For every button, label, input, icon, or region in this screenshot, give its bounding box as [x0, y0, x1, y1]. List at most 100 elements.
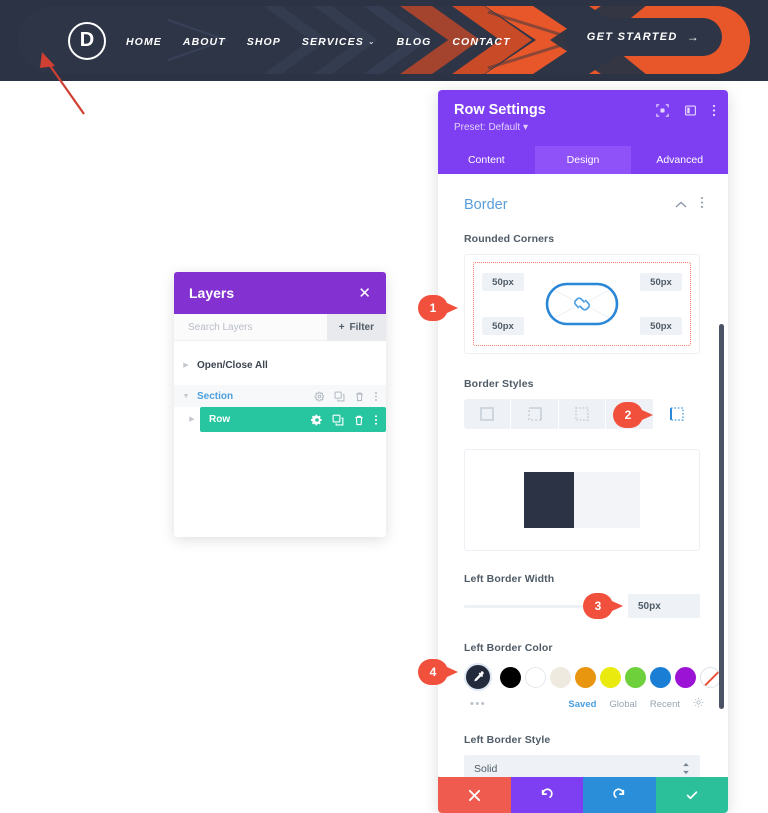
search-input[interactable]: Search Layers — [188, 322, 252, 333]
collapse-icon[interactable] — [675, 196, 687, 214]
border-section-header: Border — [464, 196, 704, 214]
layer-label: Section — [197, 390, 234, 402]
rounded-corners-control: 50px 50px 50px 50px — [464, 254, 700, 354]
link-icon — [574, 297, 590, 311]
duplicate-icon[interactable] — [332, 414, 344, 426]
nav-item-about[interactable]: ABOUT — [183, 36, 226, 48]
left-border-width-label: Left Border Width — [464, 573, 555, 585]
more-options-icon[interactable] — [374, 414, 378, 426]
color-swatch-green[interactable] — [625, 666, 646, 688]
border-style-option-dotted-all[interactable] — [558, 399, 607, 429]
responsive-view-icon[interactable] — [656, 104, 669, 117]
redo-button[interactable] — [583, 777, 656, 813]
trash-icon[interactable] — [354, 391, 365, 402]
more-options-icon[interactable] — [712, 104, 716, 117]
left-border-color-label: Left Border Color — [464, 642, 553, 654]
layer-row-actions — [311, 414, 386, 426]
corner-top-left-input[interactable]: 50px — [482, 273, 524, 291]
color-swatch-row — [464, 663, 721, 691]
color-swatch-cream[interactable] — [550, 666, 571, 688]
stepper-icon — [682, 762, 690, 777]
layers-search-row: Search Layers + Filter — [174, 314, 386, 341]
tab-design[interactable]: Design — [534, 146, 632, 174]
corner-bottom-left-input[interactable]: 50px — [482, 317, 524, 335]
layers-tree: ▶ Open/Close All ▼ Section ▶ Row — [174, 341, 386, 432]
color-swatch-white[interactable] — [525, 666, 546, 688]
border-styles-control — [464, 399, 700, 429]
nav-item-services[interactable]: SERVICES ⌄ — [302, 36, 376, 48]
color-swatch-orange[interactable] — [575, 666, 596, 688]
settings-footer — [438, 777, 728, 813]
trash-icon[interactable] — [353, 414, 365, 426]
color-meta-row: ••• Saved Global Recent — [464, 696, 704, 712]
panel-scrollbar[interactable] — [719, 324, 724, 709]
border-style-option-dashed-partial[interactable] — [511, 399, 559, 429]
color-tab-saved[interactable]: Saved — [568, 699, 596, 710]
layer-label: Open/Close All — [197, 359, 268, 371]
gear-icon[interactable] — [311, 414, 323, 426]
row-settings-header: Row Settings Preset: Default ▾ — [438, 90, 728, 146]
undo-button[interactable] — [510, 777, 583, 813]
close-icon[interactable]: ✕ — [358, 286, 371, 301]
callout-2: 2 — [613, 402, 659, 428]
border-style-option-dotted-left[interactable] — [653, 399, 700, 429]
color-swatch-yellow[interactable] — [600, 666, 621, 688]
chevron-down-icon: ▼ — [182, 392, 190, 400]
cancel-button[interactable] — [438, 777, 511, 813]
layer-item-row-wrapper: ▶ Row — [174, 407, 386, 432]
settings-tabs: Content Design Advanced — [438, 146, 728, 174]
row-settings-panel: Row Settings Preset: Default ▾ Content D… — [438, 90, 728, 813]
layers-panel: Layers ✕ Search Layers + Filter ▶ Open/C… — [174, 272, 386, 537]
nav-item-contact[interactable]: CONTACT — [452, 36, 510, 48]
callout-3: 3 — [583, 593, 629, 619]
layer-item-row[interactable]: Row — [200, 407, 386, 432]
preset-selector[interactable]: Preset: Default ▾ — [454, 122, 712, 133]
callout-1: 1 — [418, 295, 464, 321]
cta-label: GET STARTED — [586, 31, 678, 43]
duplicate-icon[interactable] — [334, 391, 345, 402]
color-swatch-purple[interactable] — [675, 666, 696, 688]
tab-advanced[interactable]: Advanced — [631, 146, 728, 174]
panel-layout-icon[interactable] — [684, 104, 697, 117]
color-swatch-blue[interactable] — [650, 666, 671, 688]
layers-panel-title: Layers — [189, 285, 235, 301]
border-preview — [464, 449, 700, 551]
nav-item-blog[interactable]: BLOG — [397, 36, 432, 48]
more-options-icon[interactable] — [374, 391, 378, 402]
more-colors-icon[interactable]: ••• — [470, 698, 486, 710]
rounded-corners-label: Rounded Corners — [464, 233, 555, 245]
color-swatch-black[interactable] — [500, 666, 521, 688]
filter-label: Filter — [349, 322, 374, 333]
preview-left-border — [524, 472, 574, 528]
width-value-input[interactable]: 50px — [628, 594, 700, 618]
annotation-arrow-to-logo — [40, 52, 85, 115]
corner-link-toggle[interactable] — [545, 282, 619, 326]
section-title: Border — [464, 197, 508, 213]
gear-icon[interactable] — [693, 695, 704, 713]
color-tab-global[interactable]: Global — [609, 699, 636, 710]
layer-open-close-all[interactable]: ▶ Open/Close All — [174, 354, 386, 376]
chevron-right-icon: ▶ — [189, 416, 195, 423]
tab-content[interactable]: Content — [438, 146, 535, 174]
chevron-right-icon: ▶ — [183, 362, 189, 369]
arrow-right-icon: → — [686, 30, 700, 44]
main-nav: HOME ABOUT SHOP SERVICES ⌄ BLOG CONTACT — [126, 36, 511, 48]
preview-content-area — [574, 472, 640, 528]
nav-item-home[interactable]: HOME — [126, 36, 162, 48]
color-tab-recent[interactable]: Recent — [650, 699, 680, 710]
border-style-option-none-solid[interactable] — [464, 399, 512, 429]
nav-item-shop[interactable]: SHOP — [247, 36, 281, 48]
eyedropper-icon[interactable] — [464, 663, 492, 691]
left-border-style-select[interactable]: Solid — [464, 755, 700, 777]
save-button[interactable] — [655, 777, 728, 813]
corner-bottom-right-input[interactable]: 50px — [640, 317, 682, 335]
gear-icon[interactable] — [314, 391, 325, 402]
color-swatch-none[interactable] — [700, 666, 721, 688]
filter-button[interactable]: + Filter — [326, 314, 386, 341]
get-started-button[interactable]: GET STARTED → — [564, 18, 722, 56]
layer-item-section[interactable]: ▼ Section — [174, 385, 386, 407]
corner-top-right-input[interactable]: 50px — [640, 273, 682, 291]
more-options-icon[interactable] — [700, 196, 704, 214]
site-header: D HOME ABOUT SHOP SERVICES ⌄ BLOG CONTACT… — [0, 0, 768, 81]
left-border-width-control: 50px — [464, 594, 700, 618]
